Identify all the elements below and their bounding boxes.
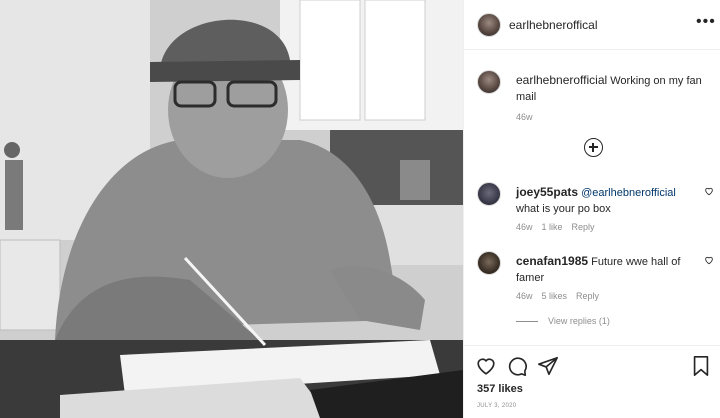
comment-like-heart-icon[interactable]	[704, 186, 714, 196]
comment-reply-button[interactable]: Reply	[572, 222, 595, 232]
send-icon[interactable]	[537, 355, 559, 377]
comment-meta: 46w 5 likes Reply	[516, 291, 608, 301]
comment-text: cenafan1985 Future wwe hall of famer	[516, 253, 691, 286]
caption-author-avatar[interactable]	[477, 70, 501, 94]
commenter-username[interactable]: cenafan1985	[516, 254, 588, 268]
post-photo	[0, 0, 463, 418]
bookmark-icon[interactable]	[690, 355, 712, 377]
comment-likes[interactable]: 1 like	[542, 222, 563, 232]
caption-text: earlhebnerofficial Working on my fan mai…	[516, 72, 706, 105]
post-date: JULY 3, 2020	[477, 403, 517, 409]
comment-reply-button[interactable]: Reply	[576, 291, 599, 301]
load-more-comments-icon[interactable]	[584, 138, 603, 157]
commenter-avatar[interactable]	[477, 251, 501, 275]
comment-mention[interactable]: @earlhebnerofficial	[581, 187, 676, 199]
caption-time[interactable]: 46w	[516, 112, 533, 122]
view-replies-button[interactable]: View replies (1)	[516, 316, 610, 326]
comment-meta: 46w 1 like Reply	[516, 222, 604, 232]
likes-count[interactable]: 357 likes	[477, 383, 523, 395]
comment-likes[interactable]: 5 likes	[542, 291, 568, 301]
author-avatar[interactable]	[477, 13, 501, 37]
view-replies-label: View replies (1)	[548, 316, 610, 326]
commenter-avatar[interactable]	[477, 182, 501, 206]
author-username[interactable]: earlhebneroffical	[509, 18, 598, 32]
photo-illustration	[0, 0, 463, 418]
heart-icon[interactable]	[475, 355, 497, 377]
comment-body: what is your po box	[516, 203, 611, 215]
post-sidebar: earlhebneroffical ••• earlhebnerofficial…	[463, 0, 720, 418]
comment-time[interactable]: 46w	[516, 222, 533, 232]
caption-author-username[interactable]: earlhebnerofficial	[516, 73, 607, 87]
replies-divider	[516, 321, 538, 323]
comment-icon[interactable]	[506, 355, 528, 377]
more-options-icon[interactable]: •••	[696, 14, 716, 30]
commenter-username[interactable]: joey55pats	[516, 185, 578, 199]
comment-like-heart-icon[interactable]	[704, 255, 714, 265]
comment-text: joey55pats @earlhebnerofficial what is y…	[516, 184, 691, 217]
comment-time[interactable]: 46w	[516, 291, 533, 301]
post-actions: 357 likes JULY 3, 2020	[464, 345, 720, 418]
post-header: earlhebneroffical •••	[464, 0, 720, 50]
